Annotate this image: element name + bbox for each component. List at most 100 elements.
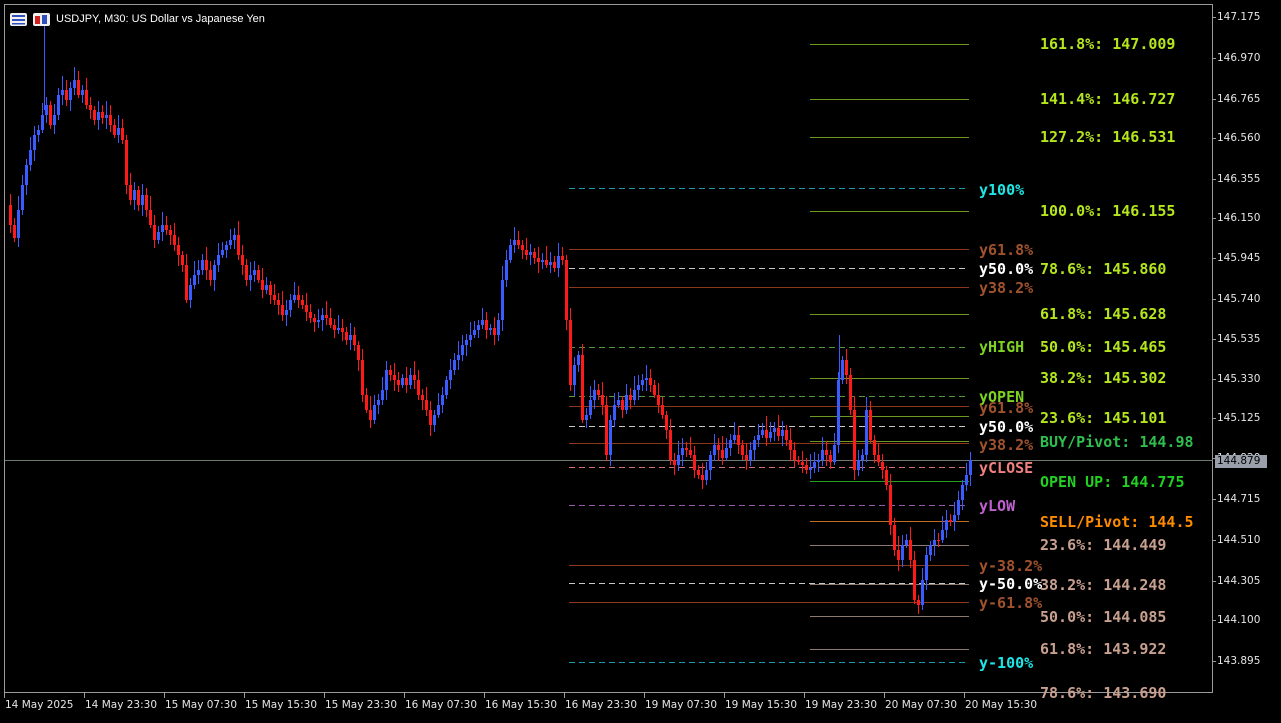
bull-candle [729,440,732,448]
bear-candle [49,105,52,125]
bear-candle [113,125,116,135]
bull-candle [677,455,680,465]
bull-candle [17,210,20,238]
bull-candle [249,275,252,280]
bull-candle [469,335,472,340]
bull-candle [577,355,580,365]
price-tick-mark [1213,258,1216,259]
bull-candle [253,270,256,275]
bull-candle [625,395,628,410]
fib-level-label: y50.0% [979,260,1034,278]
bull-candle [213,265,216,280]
fib-level-label: 38.2%: 144.248 [1040,576,1167,594]
bull-candle [509,245,512,260]
bull-candle [349,335,352,340]
bear-candle [129,185,132,200]
bear-candle [313,318,316,322]
price-tick-label: 146.560 [1217,132,1261,144]
time-tick-mark [324,693,325,698]
bull-candle [709,455,712,470]
bear-candle [277,300,280,305]
bull-candle [529,252,532,255]
bull-candle [953,515,956,522]
bull-candle [141,195,144,205]
bear-candle [717,445,720,450]
bear-candle [333,325,336,330]
bear-candle [485,320,488,330]
price-tick-label: 146.355 [1217,173,1261,185]
bear-candle [525,250,528,255]
fib-level-label: 127.2%: 146.531 [1040,128,1176,146]
bear-candle [553,262,556,268]
bull-candle [473,330,476,335]
time-tick-mark [484,693,485,698]
chart-window-icon[interactable] [33,12,50,26]
bear-candle [789,440,792,450]
price-tick-label: 147.175 [1217,11,1261,23]
bull-candle [189,285,192,300]
bear-candle [325,315,328,318]
time-tick-label: 20 May 15:30 [965,699,1038,711]
bear-candle [897,550,900,560]
bear-candle [269,285,272,295]
bear-candle [869,410,872,440]
bear-candle [65,90,68,100]
bull-candle [69,88,72,100]
bear-candle [737,435,740,445]
time-tick-label: 16 May 23:30 [565,699,638,711]
price-tick-mark [1213,379,1216,380]
bull-candle [769,432,772,438]
bear-candle [353,335,356,345]
bull-candle [773,428,776,432]
price-tick-mark [1213,581,1216,582]
bear-candle [101,112,104,118]
bull-candle [585,415,588,420]
price-tick-mark [1213,418,1216,419]
bull-candle [133,190,136,200]
time-tick-mark [4,693,5,698]
bear-candle [13,225,16,238]
price-axis[interactable] [1213,4,1281,693]
bull-candle [197,270,200,275]
time-tick-label: 15 May 23:30 [325,699,398,711]
fib-level-label: 78.6%: 145.860 [1040,260,1167,278]
symbol-title: USDJPY, M30: US Dollar vs Japanese Yen [56,13,265,25]
bear-candle [689,450,692,455]
bull-candle [857,460,860,470]
bull-candle [29,150,32,165]
bear-candle [849,375,852,410]
fib-level-label: 23.6%: 144.449 [1040,536,1167,554]
bull-candle [497,320,500,335]
bear-candle [149,210,152,225]
bull-candle [961,485,964,500]
bull-candle [637,385,640,390]
price-tick-mark [1213,339,1216,340]
bear-candle [629,395,632,400]
fib-level-label: 100.0%: 146.155 [1040,202,1176,220]
bear-candle [605,405,608,455]
bull-candle [45,105,48,115]
bear-candle [109,115,112,125]
time-tick-mark [404,693,405,698]
bear-candle [305,305,308,312]
bear-candle [797,460,800,462]
bear-candle [765,430,768,438]
fib-level-label: 78.6%: 143.690 [1040,684,1167,702]
fib-level-label: SELL/Pivot: 144.5 [1040,513,1194,531]
bull-candle [37,130,40,135]
bull-candle [157,232,160,240]
fib-level-label: y50.0% [979,418,1034,436]
bear-candle [145,195,148,210]
price-tick-mark [1213,138,1216,139]
bear-candle [405,378,408,385]
bear-candle [621,400,624,410]
bull-candle [965,475,968,485]
bull-candle [437,405,440,415]
bear-candle [173,235,176,245]
bull-candle [217,255,220,265]
time-tick-label: 19 May 15:30 [725,699,798,711]
bull-candle [453,360,456,370]
chart-menu-icon[interactable] [10,12,27,26]
fib-level-label: y-38.2% [979,557,1043,575]
bear-candle [885,470,888,485]
